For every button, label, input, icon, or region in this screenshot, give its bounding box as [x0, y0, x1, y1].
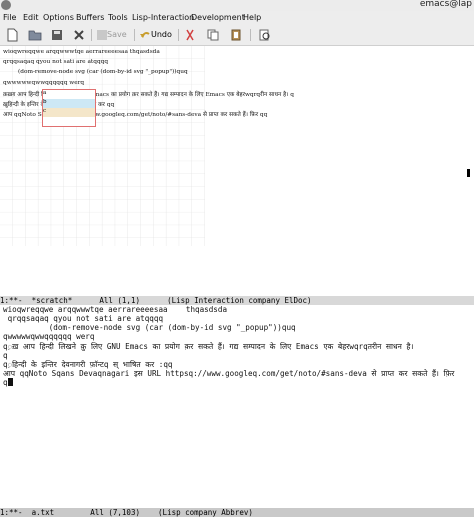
menu-edit[interactable]: Edit: [23, 13, 39, 22]
menu-development[interactable]: Development: [191, 13, 245, 22]
search-icon[interactable]: [258, 28, 272, 42]
popup-item-a[interactable]: a: [43, 90, 95, 99]
copy-icon[interactable]: [206, 28, 220, 42]
menu-lisp-interaction[interactable]: Lisp-Interaction: [132, 13, 194, 22]
close-x-icon[interactable]: [72, 28, 86, 42]
buffer-line: qrqqsaqaq qyou not sati are atqqqq: [3, 314, 164, 323]
text-window[interactable]: wioqwreqqwe arqqwwwtqe aerrareeeesaa thq…: [0, 305, 474, 508]
paste-icon[interactable]: [229, 28, 243, 42]
canvas-text-line: (dom-remove-node svg (car (dom-by-id svg…: [18, 69, 188, 75]
buffer-line: q: [3, 351, 8, 360]
scratch-window[interactable]: wioqwreqqwe arqqwwwtqe aerrareeeesaa thq…: [0, 46, 474, 296]
buffer-line: qwwwwwqwwqqqqqq werq: [3, 332, 95, 341]
save-disk-icon[interactable]: [50, 28, 64, 42]
window-title: emacs@lap: [419, 0, 472, 9]
undo-icon[interactable]: [138, 28, 152, 42]
popup-item-b[interactable]: b: [43, 99, 95, 108]
cut-icon[interactable]: [183, 28, 197, 42]
popup-item-c[interactable]: c: [43, 108, 95, 117]
canvas-text-line: qrqqsaqaq qyou not sati are atqqqq: [3, 59, 109, 65]
app-icon: [1, 0, 11, 10]
toolbar-separator: [178, 29, 179, 41]
open-folder-icon[interactable]: [28, 28, 42, 42]
svg-canvas: wioqwreqqwe arqqwwwtqe aerrareeeesaa thq…: [0, 46, 294, 246]
buffer-line-cursor: q: [3, 378, 13, 387]
toolbar: Save Undo: [0, 25, 474, 46]
title-bar: emacs@lap: [0, 0, 474, 11]
mode-line-atxt: 1:**- a.txt All (7,103) (Lisp company Ab…: [0, 508, 474, 517]
toolbar-separator: [91, 29, 92, 41]
menu-help[interactable]: Help: [243, 13, 261, 22]
menu-options[interactable]: Options: [43, 13, 74, 22]
buffer-line: (dom-remove-node svg (car (dom-by-id svg…: [3, 323, 296, 332]
undo-button[interactable]: Undo: [151, 30, 172, 39]
menu-tools[interactable]: Tools: [108, 13, 128, 22]
buffer-line: आप qqNoto Sqans Devaqnagari इस URL https…: [3, 369, 459, 378]
buffer-line: wioqwreqqwe arqqwwwtqe aerrareeeesaa thq…: [3, 305, 228, 314]
buffer-line: q़ख़ आप हिन्दी लिखने क़ु लिए GNU Emacs क…: [3, 342, 418, 351]
menu-bar: File Edit Options Buffers Tools Lisp-Int…: [0, 11, 474, 25]
echo-area[interactable]: [0, 518, 474, 526]
toolbar-separator: [134, 29, 135, 41]
menu-file[interactable]: File: [3, 13, 16, 22]
canvas-grid: [0, 46, 205, 246]
menu-buffers[interactable]: Buffers: [76, 13, 104, 22]
completion-popup: a b c: [42, 89, 96, 127]
text-cursor: [7, 378, 13, 386]
canvas-text-line: wioqwreqqwe arqqwwwtqe aerrareeeesaa thq…: [3, 49, 160, 55]
new-file-icon[interactable]: [5, 28, 19, 42]
mode-line-scratch: 1:**- *scratch* All (1,1) (Lisp Interact…: [0, 296, 474, 305]
save-button[interactable]: Save: [107, 30, 127, 39]
toolbar-separator: [250, 29, 251, 41]
canvas-text-line: qwwwwwqwwqqqqqq werq: [3, 80, 85, 86]
fringe-indicator: [467, 169, 470, 177]
